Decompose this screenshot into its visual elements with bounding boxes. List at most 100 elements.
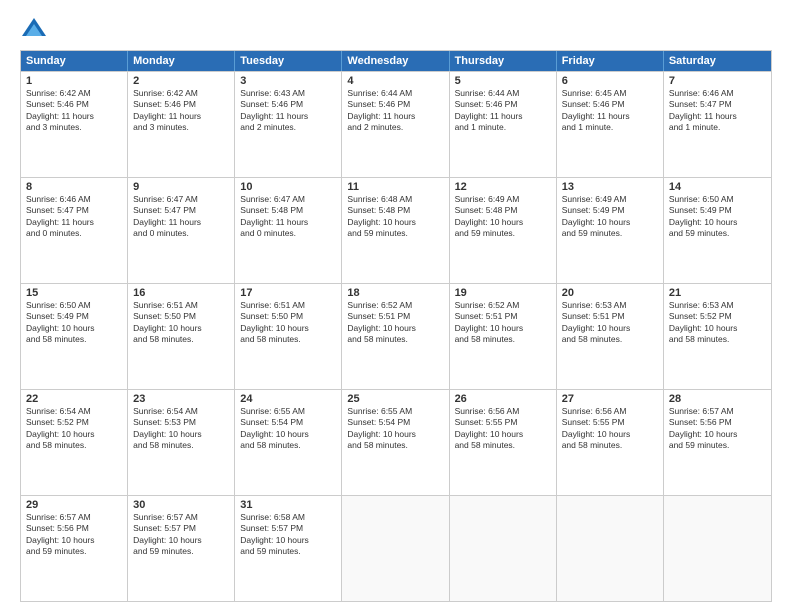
- day-info: Sunrise: 6:49 AM Sunset: 5:49 PM Dayligh…: [562, 194, 658, 240]
- cal-cell-day-21: 21Sunrise: 6:53 AM Sunset: 5:52 PM Dayli…: [664, 284, 771, 389]
- cal-cell-day-5: 5Sunrise: 6:44 AM Sunset: 5:46 PM Daylig…: [450, 72, 557, 177]
- cal-cell-day-16: 16Sunrise: 6:51 AM Sunset: 5:50 PM Dayli…: [128, 284, 235, 389]
- day-info: Sunrise: 6:42 AM Sunset: 5:46 PM Dayligh…: [133, 88, 229, 134]
- cal-cell-day-12: 12Sunrise: 6:49 AM Sunset: 5:48 PM Dayli…: [450, 178, 557, 283]
- day-number: 3: [240, 75, 336, 87]
- day-number: 15: [26, 287, 122, 299]
- day-info: Sunrise: 6:58 AM Sunset: 5:57 PM Dayligh…: [240, 512, 336, 558]
- cal-cell-empty: [557, 496, 664, 601]
- day-info: Sunrise: 6:47 AM Sunset: 5:47 PM Dayligh…: [133, 194, 229, 240]
- day-number: 6: [562, 75, 658, 87]
- calendar-row-3: 22Sunrise: 6:54 AM Sunset: 5:52 PM Dayli…: [21, 389, 771, 495]
- cal-cell-day-26: 26Sunrise: 6:56 AM Sunset: 5:55 PM Dayli…: [450, 390, 557, 495]
- day-info: Sunrise: 6:44 AM Sunset: 5:46 PM Dayligh…: [347, 88, 443, 134]
- header-day-friday: Friday: [557, 51, 664, 71]
- cal-cell-day-7: 7Sunrise: 6:46 AM Sunset: 5:47 PM Daylig…: [664, 72, 771, 177]
- day-number: 22: [26, 393, 122, 405]
- cal-cell-day-17: 17Sunrise: 6:51 AM Sunset: 5:50 PM Dayli…: [235, 284, 342, 389]
- cal-cell-day-24: 24Sunrise: 6:55 AM Sunset: 5:54 PM Dayli…: [235, 390, 342, 495]
- day-number: 25: [347, 393, 443, 405]
- day-info: Sunrise: 6:45 AM Sunset: 5:46 PM Dayligh…: [562, 88, 658, 134]
- day-info: Sunrise: 6:56 AM Sunset: 5:55 PM Dayligh…: [455, 406, 551, 452]
- calendar-row-2: 15Sunrise: 6:50 AM Sunset: 5:49 PM Dayli…: [21, 283, 771, 389]
- day-info: Sunrise: 6:50 AM Sunset: 5:49 PM Dayligh…: [669, 194, 766, 240]
- cal-cell-empty: [342, 496, 449, 601]
- day-number: 8: [26, 181, 122, 193]
- calendar: SundayMondayTuesdayWednesdayThursdayFrid…: [20, 50, 772, 602]
- day-info: Sunrise: 6:42 AM Sunset: 5:46 PM Dayligh…: [26, 88, 122, 134]
- day-info: Sunrise: 6:48 AM Sunset: 5:48 PM Dayligh…: [347, 194, 443, 240]
- day-number: 23: [133, 393, 229, 405]
- day-number: 16: [133, 287, 229, 299]
- header-day-wednesday: Wednesday: [342, 51, 449, 71]
- day-number: 13: [562, 181, 658, 193]
- cal-cell-day-22: 22Sunrise: 6:54 AM Sunset: 5:52 PM Dayli…: [21, 390, 128, 495]
- cal-cell-day-13: 13Sunrise: 6:49 AM Sunset: 5:49 PM Dayli…: [557, 178, 664, 283]
- logo-icon: [20, 16, 48, 40]
- day-info: Sunrise: 6:47 AM Sunset: 5:48 PM Dayligh…: [240, 194, 336, 240]
- cal-cell-day-1: 1Sunrise: 6:42 AM Sunset: 5:46 PM Daylig…: [21, 72, 128, 177]
- day-info: Sunrise: 6:53 AM Sunset: 5:51 PM Dayligh…: [562, 300, 658, 346]
- header-day-tuesday: Tuesday: [235, 51, 342, 71]
- day-number: 14: [669, 181, 766, 193]
- header-day-saturday: Saturday: [664, 51, 771, 71]
- cal-cell-day-25: 25Sunrise: 6:55 AM Sunset: 5:54 PM Dayli…: [342, 390, 449, 495]
- day-info: Sunrise: 6:54 AM Sunset: 5:52 PM Dayligh…: [26, 406, 122, 452]
- day-number: 5: [455, 75, 551, 87]
- calendar-row-1: 8Sunrise: 6:46 AM Sunset: 5:47 PM Daylig…: [21, 177, 771, 283]
- day-number: 21: [669, 287, 766, 299]
- day-info: Sunrise: 6:51 AM Sunset: 5:50 PM Dayligh…: [133, 300, 229, 346]
- day-info: Sunrise: 6:46 AM Sunset: 5:47 PM Dayligh…: [26, 194, 122, 240]
- day-info: Sunrise: 6:55 AM Sunset: 5:54 PM Dayligh…: [240, 406, 336, 452]
- day-info: Sunrise: 6:56 AM Sunset: 5:55 PM Dayligh…: [562, 406, 658, 452]
- cal-cell-empty: [664, 496, 771, 601]
- day-number: 31: [240, 499, 336, 511]
- day-number: 18: [347, 287, 443, 299]
- cal-cell-day-20: 20Sunrise: 6:53 AM Sunset: 5:51 PM Dayli…: [557, 284, 664, 389]
- day-number: 12: [455, 181, 551, 193]
- page: SundayMondayTuesdayWednesdayThursdayFrid…: [0, 0, 792, 612]
- calendar-row-0: 1Sunrise: 6:42 AM Sunset: 5:46 PM Daylig…: [21, 71, 771, 177]
- day-number: 1: [26, 75, 122, 87]
- day-info: Sunrise: 6:55 AM Sunset: 5:54 PM Dayligh…: [347, 406, 443, 452]
- day-info: Sunrise: 6:44 AM Sunset: 5:46 PM Dayligh…: [455, 88, 551, 134]
- cal-cell-day-14: 14Sunrise: 6:50 AM Sunset: 5:49 PM Dayli…: [664, 178, 771, 283]
- day-info: Sunrise: 6:51 AM Sunset: 5:50 PM Dayligh…: [240, 300, 336, 346]
- header-day-monday: Monday: [128, 51, 235, 71]
- day-number: 4: [347, 75, 443, 87]
- cal-cell-day-10: 10Sunrise: 6:47 AM Sunset: 5:48 PM Dayli…: [235, 178, 342, 283]
- calendar-row-4: 29Sunrise: 6:57 AM Sunset: 5:56 PM Dayli…: [21, 495, 771, 601]
- day-info: Sunrise: 6:49 AM Sunset: 5:48 PM Dayligh…: [455, 194, 551, 240]
- cal-cell-day-4: 4Sunrise: 6:44 AM Sunset: 5:46 PM Daylig…: [342, 72, 449, 177]
- day-info: Sunrise: 6:53 AM Sunset: 5:52 PM Dayligh…: [669, 300, 766, 346]
- day-info: Sunrise: 6:57 AM Sunset: 5:56 PM Dayligh…: [669, 406, 766, 452]
- cal-cell-day-9: 9Sunrise: 6:47 AM Sunset: 5:47 PM Daylig…: [128, 178, 235, 283]
- cal-cell-empty: [450, 496, 557, 601]
- day-number: 7: [669, 75, 766, 87]
- day-info: Sunrise: 6:57 AM Sunset: 5:57 PM Dayligh…: [133, 512, 229, 558]
- cal-cell-day-28: 28Sunrise: 6:57 AM Sunset: 5:56 PM Dayli…: [664, 390, 771, 495]
- cal-cell-day-23: 23Sunrise: 6:54 AM Sunset: 5:53 PM Dayli…: [128, 390, 235, 495]
- header-day-thursday: Thursday: [450, 51, 557, 71]
- day-number: 11: [347, 181, 443, 193]
- day-number: 28: [669, 393, 766, 405]
- day-info: Sunrise: 6:52 AM Sunset: 5:51 PM Dayligh…: [347, 300, 443, 346]
- cal-cell-day-31: 31Sunrise: 6:58 AM Sunset: 5:57 PM Dayli…: [235, 496, 342, 601]
- cal-cell-day-15: 15Sunrise: 6:50 AM Sunset: 5:49 PM Dayli…: [21, 284, 128, 389]
- day-info: Sunrise: 6:57 AM Sunset: 5:56 PM Dayligh…: [26, 512, 122, 558]
- cal-cell-day-29: 29Sunrise: 6:57 AM Sunset: 5:56 PM Dayli…: [21, 496, 128, 601]
- cal-cell-day-19: 19Sunrise: 6:52 AM Sunset: 5:51 PM Dayli…: [450, 284, 557, 389]
- cal-cell-day-2: 2Sunrise: 6:42 AM Sunset: 5:46 PM Daylig…: [128, 72, 235, 177]
- day-number: 29: [26, 499, 122, 511]
- day-info: Sunrise: 6:43 AM Sunset: 5:46 PM Dayligh…: [240, 88, 336, 134]
- cal-cell-day-6: 6Sunrise: 6:45 AM Sunset: 5:46 PM Daylig…: [557, 72, 664, 177]
- cal-cell-day-30: 30Sunrise: 6:57 AM Sunset: 5:57 PM Dayli…: [128, 496, 235, 601]
- day-number: 20: [562, 287, 658, 299]
- day-number: 10: [240, 181, 336, 193]
- day-number: 26: [455, 393, 551, 405]
- day-info: Sunrise: 6:54 AM Sunset: 5:53 PM Dayligh…: [133, 406, 229, 452]
- header-day-sunday: Sunday: [21, 51, 128, 71]
- day-number: 27: [562, 393, 658, 405]
- day-info: Sunrise: 6:52 AM Sunset: 5:51 PM Dayligh…: [455, 300, 551, 346]
- day-number: 19: [455, 287, 551, 299]
